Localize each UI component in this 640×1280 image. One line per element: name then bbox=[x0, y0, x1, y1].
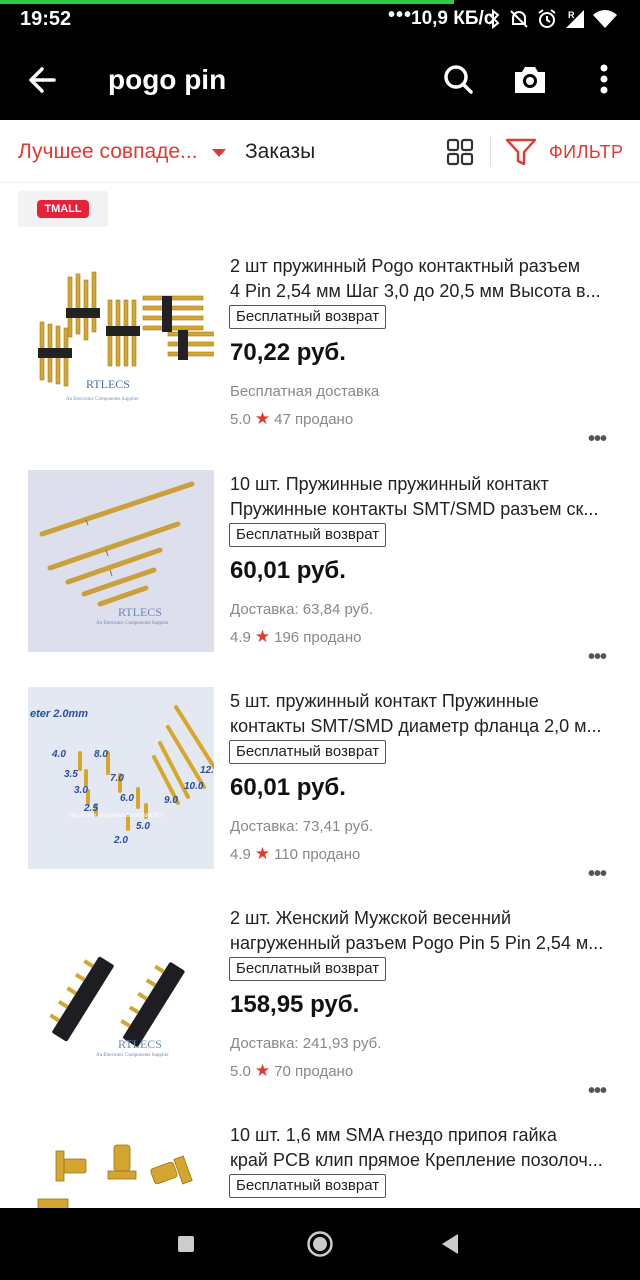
product-image: RTLECS An Electronic Components Supplier bbox=[28, 252, 214, 434]
image-watermark-sub: An Electronic Components Supplier bbox=[96, 1053, 169, 1058]
pin-label: 2.0 bbox=[113, 835, 128, 846]
pin-label: 3.5 bbox=[64, 769, 78, 780]
status-bar: 19:52 ••• 10,9 КБ/с R bbox=[0, 0, 640, 40]
more-options-icon[interactable]: ••• bbox=[588, 863, 607, 886]
tmall-logo: TMALL bbox=[37, 200, 89, 218]
image-watermark-sub: An Electronic Components Supplier bbox=[66, 397, 139, 402]
product-image: RTLECS An Electronic Components Supplier bbox=[28, 470, 214, 652]
search-query[interactable]: pogo pin bbox=[108, 64, 226, 96]
pin-label: 6.0 bbox=[120, 793, 134, 804]
pin-label: 7.0 bbox=[110, 773, 124, 784]
product-card[interactable]: 10 шт. 1,6 мм SMA гнездо припоя гайка кр… bbox=[0, 1121, 640, 1208]
image-watermark-url: http://www.aliexpress.com/store/900 bbox=[68, 813, 165, 819]
status-time: 19:52 bbox=[20, 8, 72, 30]
product-card[interactable]: RTLECS An Electronic Components Supplier… bbox=[0, 470, 640, 687]
wifi-icon bbox=[593, 10, 617, 28]
product-title[interactable]: 5 шт. пружинный контакт Пружинные контак… bbox=[230, 689, 620, 739]
mute-bell-icon bbox=[510, 10, 528, 28]
sold-count: 110 продано bbox=[274, 845, 361, 863]
delivery-info: Доставка: 73,41 руб. bbox=[230, 818, 374, 835]
alarm-icon bbox=[538, 9, 556, 28]
pin-label: 12. bbox=[200, 765, 214, 776]
free-return-badge: Бесплатный возврат bbox=[229, 740, 387, 764]
sort-orders-tab[interactable]: Заказы bbox=[245, 140, 315, 164]
sort-divider bbox=[490, 136, 491, 166]
image-watermark: RTLECS bbox=[118, 1037, 162, 1051]
product-image: RTLECS An Electronic Components Supplier bbox=[28, 904, 214, 1086]
free-return-badge: Бесплатный возврат bbox=[229, 305, 387, 329]
rating-value: 4.9 bbox=[230, 845, 251, 863]
sold-count: 196 продано bbox=[274, 628, 362, 646]
free-return-badge: Бесплатный возврат bbox=[229, 523, 387, 547]
grid-view-icon[interactable] bbox=[446, 138, 474, 166]
rating-row: 4.9 ★ 196 продано bbox=[230, 627, 362, 647]
star-icon: ★ bbox=[254, 844, 271, 863]
pin-label: 9.0 bbox=[164, 795, 178, 806]
caret-down-icon[interactable] bbox=[211, 148, 227, 158]
svg-text:R: R bbox=[568, 10, 575, 20]
image-watermark: RTLECS bbox=[86, 377, 130, 391]
product-image: eter 2.0mm 4.0 8.0 3.5 7.0 3.0 6.0 2.5 5… bbox=[28, 687, 214, 869]
sold-count: 47 продано bbox=[274, 410, 354, 428]
more-options-icon[interactable]: ••• bbox=[588, 428, 607, 451]
product-title[interactable]: 2 шт. Женский Мужской весенний нагруженн… bbox=[230, 906, 620, 956]
rating-row: 4.9 ★ 110 продано bbox=[230, 844, 360, 864]
rating-value: 5.0 bbox=[230, 1062, 251, 1080]
sort-filter-bar: Лучшее совпаде... Заказы ФИЛЬТР bbox=[0, 122, 640, 183]
product-price: 158,95 руб. bbox=[230, 991, 360, 1018]
notification-dots: ••• bbox=[388, 4, 413, 26]
pin-label: 5.0 bbox=[136, 821, 150, 832]
pin-label: 10.0 bbox=[184, 781, 204, 792]
rating-row: 5.0 ★ 47 продано bbox=[230, 409, 353, 429]
back-triangle-icon[interactable] bbox=[440, 1232, 460, 1256]
home-circle-icon[interactable] bbox=[306, 1230, 334, 1258]
image-caption: eter 2.0mm bbox=[30, 708, 88, 720]
product-title[interactable]: 10 шт. 1,6 мм SMA гнездо припоя гайка кр… bbox=[230, 1123, 620, 1173]
search-icon[interactable] bbox=[440, 62, 476, 98]
product-price: 60,01 руб. bbox=[230, 557, 346, 584]
rating-value: 4.9 bbox=[230, 628, 251, 646]
product-card[interactable]: RTLECS An Electronic Components Supplier… bbox=[0, 904, 640, 1121]
android-nav-bar bbox=[0, 1208, 640, 1280]
more-options-icon[interactable]: ••• bbox=[588, 646, 607, 669]
delivery-info: Доставка: 241,93 руб. bbox=[230, 1035, 382, 1052]
network-speed: 10,9 КБ/с bbox=[411, 8, 495, 29]
back-arrow-icon[interactable] bbox=[24, 60, 64, 100]
product-price: 60,01 руб. bbox=[230, 774, 346, 801]
more-options-icon[interactable]: ••• bbox=[588, 1080, 607, 1103]
pin-label: 8.0 bbox=[94, 749, 108, 760]
star-icon: ★ bbox=[254, 1061, 271, 1080]
star-icon: ★ bbox=[254, 409, 271, 428]
rating-row: 5.0 ★ 70 продано bbox=[230, 1061, 353, 1081]
image-watermark-sub: An Electronic Components Supplier bbox=[96, 621, 169, 626]
product-card[interactable]: eter 2.0mm 4.0 8.0 3.5 7.0 3.0 6.0 2.5 5… bbox=[0, 687, 640, 904]
product-title[interactable]: 10 шт. Пружинные пружинный контакт Пружи… bbox=[230, 472, 620, 522]
app-bar: pogo pin bbox=[0, 40, 640, 120]
sold-count: 70 продано bbox=[274, 1062, 354, 1080]
product-title[interactable]: 2 шт пружинный Pogo контактный разъем 4 … bbox=[230, 254, 620, 304]
rating-value: 5.0 bbox=[230, 410, 251, 428]
sort-best-match-dropdown[interactable]: Лучшее совпаде... bbox=[18, 140, 198, 164]
free-return-badge: Бесплатный возврат bbox=[229, 957, 387, 981]
camera-icon[interactable] bbox=[512, 62, 548, 98]
pin-label: 3.0 bbox=[74, 785, 88, 796]
pin-label: 4.0 bbox=[51, 749, 66, 760]
download-progress-bar bbox=[0, 0, 455, 4]
signal-icon: R bbox=[566, 10, 584, 28]
filter-funnel-icon[interactable] bbox=[505, 136, 537, 168]
product-price: 70,22 руб. bbox=[230, 339, 346, 366]
more-vertical-icon[interactable] bbox=[590, 62, 618, 98]
delivery-info: Доставка: 63,84 руб. bbox=[230, 601, 374, 618]
product-image bbox=[28, 1121, 214, 1208]
tmall-filter-chip[interactable]: TMALL bbox=[18, 191, 108, 227]
bluetooth-icon bbox=[488, 8, 500, 30]
image-watermark: RTLECS bbox=[118, 605, 162, 619]
delivery-info: Бесплатная доставка bbox=[230, 383, 380, 400]
product-card[interactable]: RTLECS An Electronic Components Supplier… bbox=[0, 252, 640, 469]
free-return-badge: Бесплатный возврат bbox=[229, 1174, 387, 1198]
recents-square-icon[interactable] bbox=[178, 1236, 194, 1252]
filter-button[interactable]: ФИЛЬТР bbox=[549, 142, 623, 163]
star-icon: ★ bbox=[254, 627, 271, 646]
